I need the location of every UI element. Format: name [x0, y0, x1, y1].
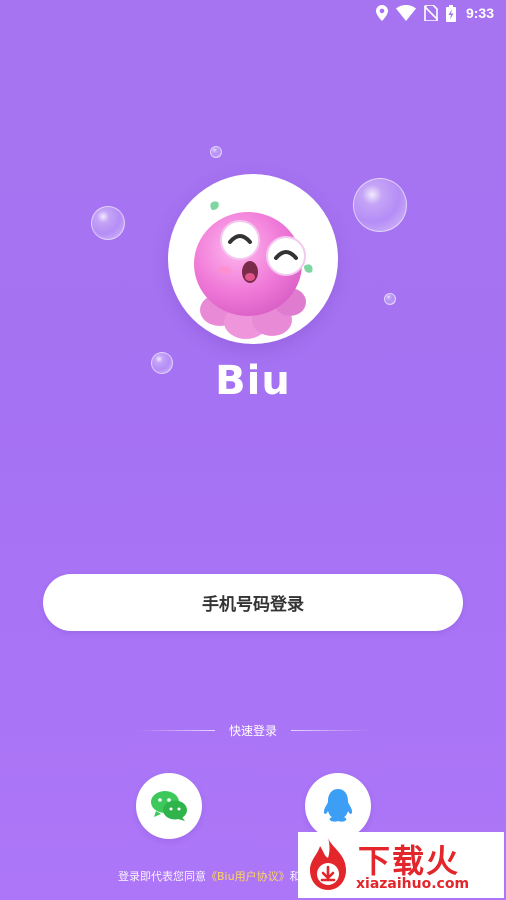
location-icon — [375, 5, 388, 21]
app-name: Biu — [215, 358, 291, 404]
wechat-login-button[interactable] — [136, 773, 202, 839]
status-bar: 9:33 — [0, 0, 506, 26]
octopus-mascot-icon — [194, 201, 313, 339]
qq-login-button[interactable] — [305, 773, 371, 839]
watermark-logo: 下载火 xiazaihuo.com — [298, 832, 504, 898]
agreement-prefix: 登录即代表您同意 — [118, 870, 206, 883]
no-sim-icon — [423, 5, 438, 21]
divider-line — [291, 729, 369, 731]
quick-login-divider: 快速登录 — [0, 720, 506, 740]
bubble-decoration — [210, 146, 222, 158]
status-icons: 9:33 — [375, 4, 494, 22]
app-logo — [168, 174, 338, 344]
qq-icon — [323, 789, 353, 822]
wechat-icon — [151, 791, 187, 821]
flame-logo-icon — [310, 838, 346, 890]
status-time: 9:33 — [465, 5, 494, 21]
bubble-decoration — [384, 293, 396, 305]
quick-login-label: 快速登录 — [228, 723, 277, 738]
user-agreement-link[interactable]: 《Biu用户协议》 — [206, 870, 290, 883]
wifi-icon — [395, 5, 416, 21]
watermark-subtitle: xiazaihuo.com — [356, 876, 470, 892]
phone-login-button[interactable]: 手机号码登录 — [43, 574, 463, 631]
bubble-decoration — [353, 178, 407, 232]
divider-line — [136, 729, 215, 731]
battery-charging-icon — [445, 4, 456, 22]
agreement-text: 登录即代表您同意《Biu用户协议》和 — [118, 868, 301, 884]
bubble-decoration — [91, 206, 125, 240]
